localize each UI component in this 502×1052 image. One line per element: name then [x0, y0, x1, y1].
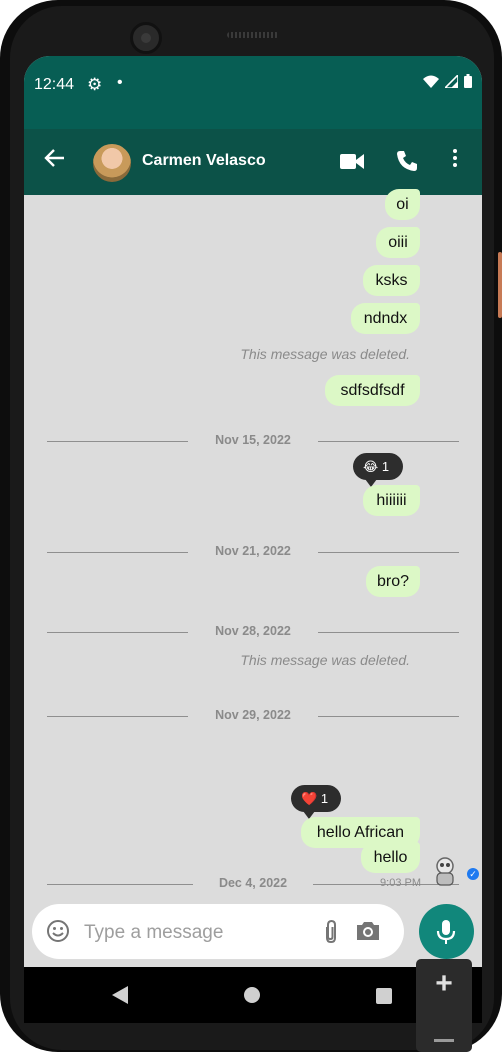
system-nav-bar [24, 967, 482, 1023]
earpiece-speaker [227, 32, 279, 38]
date-label: Nov 29, 2022 [215, 708, 291, 722]
microphone-button[interactable] [419, 904, 474, 959]
message-composer: Type a message [32, 904, 404, 959]
zoom-out-icon[interactable] [434, 1039, 454, 1042]
status-time: 12:44 [34, 76, 75, 93]
status-bar: 12:44 ⚙ • [24, 56, 482, 129]
sender-avatar [436, 857, 454, 886]
screen: 12:44 ⚙ • Carmen Velasco oi oiii ksks nd… [24, 56, 482, 967]
nav-back-icon[interactable] [112, 986, 128, 1004]
date-label: Nov 28, 2022 [215, 624, 291, 638]
nav-recents-icon[interactable] [376, 988, 392, 1004]
status-icons [422, 73, 472, 92]
notification-dot: • [117, 74, 123, 91]
emulator-zoom-panel: + [416, 959, 472, 1052]
nav-home-icon[interactable] [244, 987, 260, 1003]
zoom-in-icon[interactable]: + [416, 969, 472, 999]
gear-icon: ⚙ [87, 75, 103, 94]
reaction-count: 1 [320, 791, 329, 806]
date-separator: Nov 15, 2022 [47, 433, 459, 451]
front-camera [130, 22, 162, 54]
message-bubble[interactable]: hiiiiii [363, 485, 420, 516]
paperclip-icon[interactable] [321, 919, 341, 945]
reaction-badge[interactable]: 😂 1 [353, 453, 403, 487]
message-list: oi oiii ksks ndndx This message was dele… [24, 189, 482, 895]
signal-icon [442, 73, 459, 89]
date-label: Nov 21, 2022 [215, 544, 291, 558]
read-check-icon: ✓ [467, 868, 479, 880]
phone-icon[interactable] [395, 149, 419, 173]
message-bubble[interactable]: ndndx [351, 303, 420, 334]
deleted-message: This message was deleted. [240, 346, 410, 362]
more-vertical-icon[interactable] [451, 149, 459, 170]
battery-icon [464, 74, 472, 88]
message-bubble[interactable]: oi [385, 189, 420, 220]
date-separator: Nov 29, 2022 [47, 708, 459, 726]
reaction-count: 1 [381, 459, 390, 474]
message-bubble[interactable]: bro? [366, 566, 420, 597]
message-input[interactable]: Type a message [84, 922, 223, 944]
date-separator: Nov 21, 2022 [47, 544, 459, 562]
reaction-emoji: ❤️ [301, 791, 318, 806]
message-bubble[interactable]: sdfsdfsdf [325, 375, 420, 406]
side-button [498, 252, 502, 318]
reaction-badge[interactable]: ❤️ 1 [291, 785, 341, 819]
wifi-icon [422, 75, 439, 88]
date-label: Nov 15, 2022 [215, 433, 291, 447]
message-bubble[interactable]: oiii [376, 227, 420, 258]
reaction-emoji: 😂 [363, 459, 379, 474]
arrow-left-icon[interactable] [44, 147, 66, 169]
contact-name[interactable]: Carmen Velasco [142, 152, 266, 170]
contact-avatar[interactable] [92, 143, 132, 183]
camera-icon[interactable] [355, 919, 381, 943]
deleted-message: This message was deleted. [240, 652, 410, 668]
message-time: 9:03 PM [380, 877, 421, 889]
message-bubble[interactable]: ksks [363, 265, 420, 296]
microphone-icon [436, 920, 456, 944]
emoji-icon[interactable] [46, 919, 70, 943]
message-bubble[interactable]: hello [361, 842, 420, 873]
date-separator: Nov 28, 2022 [47, 624, 459, 642]
chat-header: Carmen Velasco [24, 129, 482, 195]
video-camera-icon[interactable] [340, 153, 364, 170]
